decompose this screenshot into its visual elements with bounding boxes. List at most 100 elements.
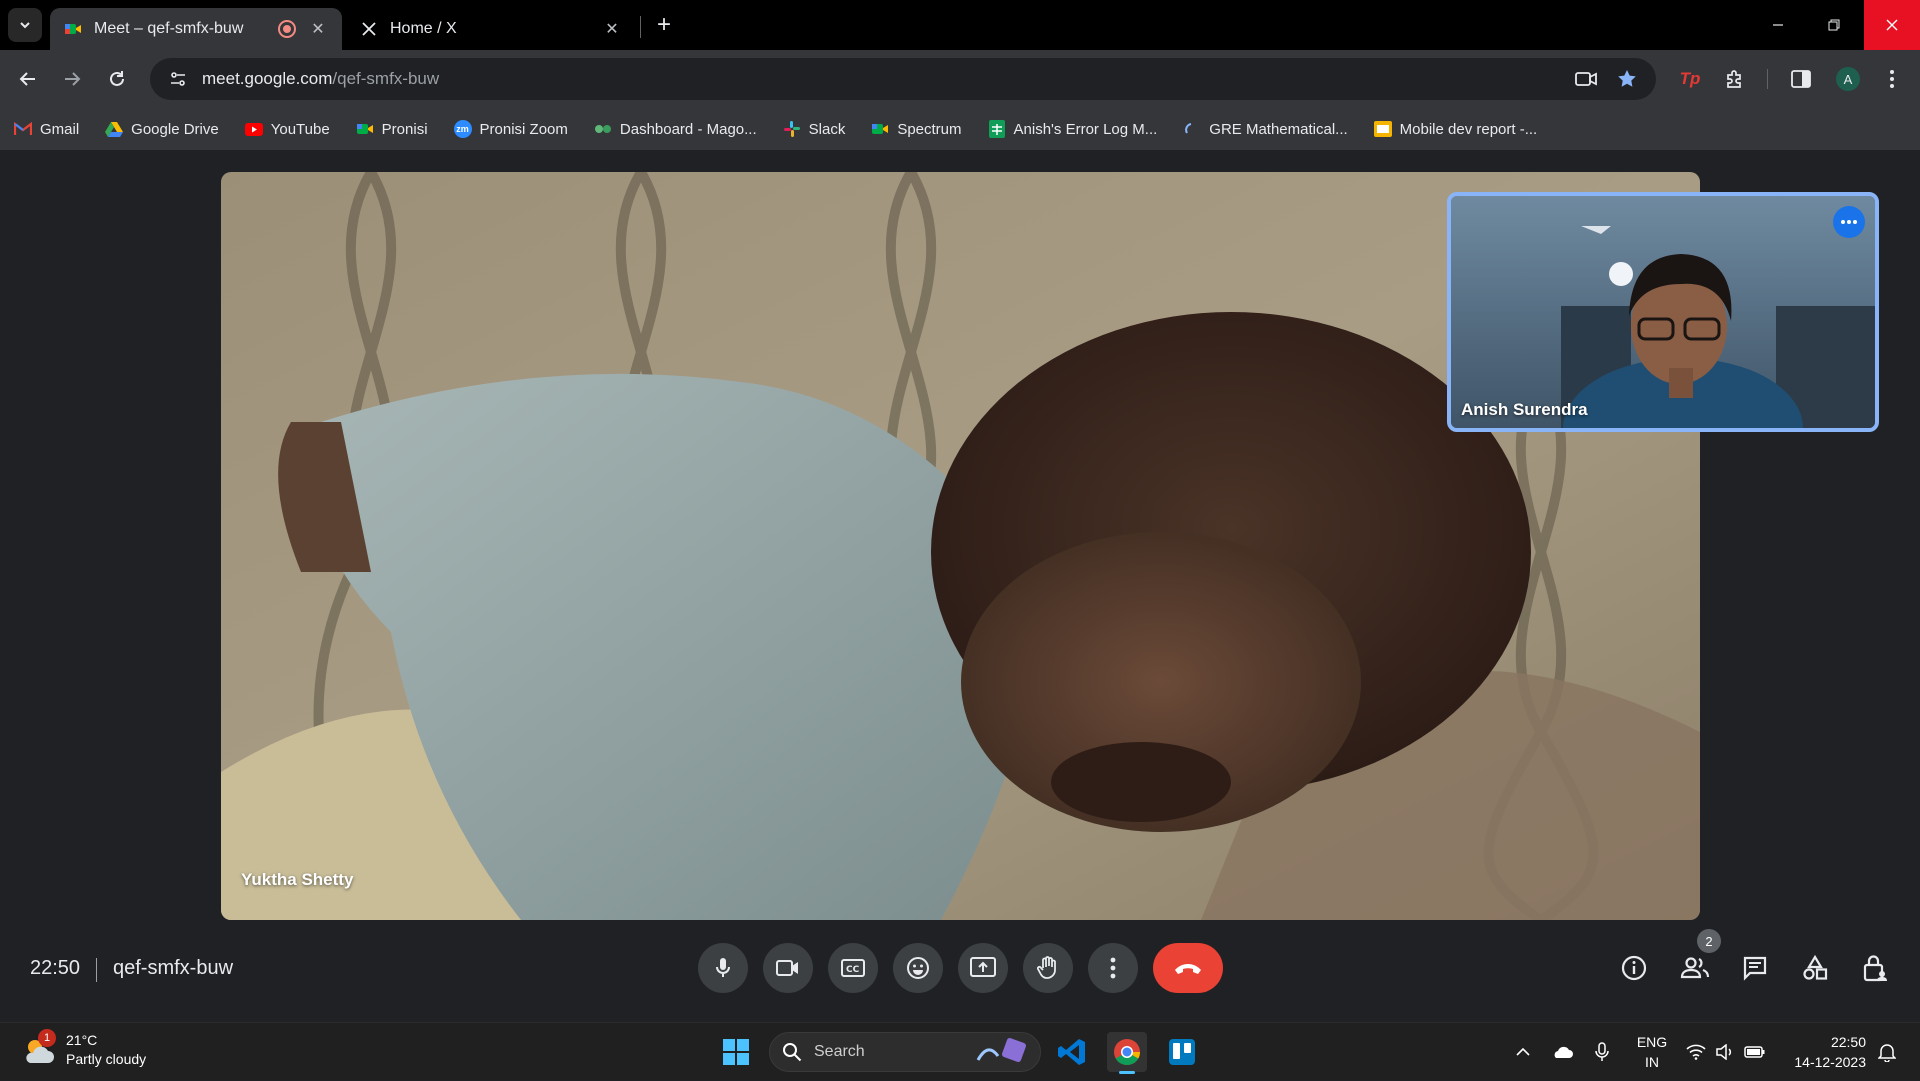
present-screen-icon: [970, 957, 996, 977]
bookmark-spectrum[interactable]: Spectrum: [871, 120, 962, 138]
leave-call-button[interactable]: [1153, 943, 1223, 993]
minimize-button[interactable]: [1750, 0, 1806, 50]
drive-icon: [105, 120, 124, 138]
weather-widget[interactable]: 1 21°C Partly cloudy: [22, 1029, 146, 1069]
bookmark-gmail[interactable]: Gmail: [14, 120, 79, 138]
bookmarks-bar: Gmail Google Drive YouTube Pronisi zm Pr…: [0, 108, 1920, 150]
close-window-button[interactable]: [1864, 0, 1920, 50]
slack-icon: [783, 120, 801, 138]
taskbar-clock[interactable]: 22:50 14-12-2023: [1780, 1032, 1866, 1072]
emoji-icon: [907, 957, 929, 979]
bookmark-label: YouTube: [270, 120, 330, 138]
info-icon: [1621, 955, 1647, 981]
bookmark-label: Spectrum: [897, 120, 962, 138]
bookmark-error-log[interactable]: Anish's Error Log M...: [988, 120, 1157, 138]
speaker-icon: [1716, 1044, 1732, 1060]
volume-tray-icon[interactable]: [1711, 1023, 1739, 1081]
battery-tray-icon[interactable]: [1740, 1023, 1770, 1081]
address-bar[interactable]: meet.google.com/qef-smfx-buw: [150, 58, 1656, 100]
dashboard-icon: [594, 120, 612, 138]
microphone-button[interactable]: [698, 943, 748, 993]
camera-in-use-icon[interactable]: [1570, 58, 1602, 100]
chat-icon: [1743, 956, 1767, 981]
bookmark-pronisi-zoom[interactable]: zm Pronisi Zoom: [453, 120, 568, 138]
url-text: meet.google.com/qef-smfx-buw: [202, 69, 439, 89]
present-screen-button[interactable]: [958, 943, 1008, 993]
meeting-details-button[interactable]: [1612, 946, 1656, 990]
onedrive-tray-icon[interactable]: [1547, 1023, 1577, 1081]
wifi-tray-icon[interactable]: [1682, 1023, 1710, 1081]
region-code: IN: [1645, 1054, 1659, 1070]
tab-title: Meet – qef-smfx-buw: [94, 20, 244, 37]
self-participant-name: Anish Surendra: [1461, 400, 1588, 419]
tab-search-button[interactable]: [8, 8, 42, 42]
captions-button[interactable]: CC: [828, 943, 878, 993]
bookmark-google-drive[interactable]: Google Drive: [105, 120, 219, 138]
host-controls-button[interactable]: [1853, 946, 1897, 990]
weather-alert-badge: 1: [38, 1029, 56, 1047]
battery-charging-icon: [1744, 1046, 1765, 1058]
toolbar-separator: [1767, 69, 1768, 89]
bookmark-mobile-dev[interactable]: Mobile dev report -...: [1373, 120, 1537, 138]
site-info-icon[interactable]: [160, 70, 196, 88]
search-icon: [783, 1043, 802, 1062]
raise-hand-button[interactable]: [1023, 943, 1073, 993]
more-options-button[interactable]: [1088, 943, 1138, 993]
url-host: meet.google.com: [202, 69, 333, 88]
language-code: ENG: [1636, 1034, 1668, 1050]
vscode-taskbar-button[interactable]: [1052, 1032, 1092, 1072]
camera-button[interactable]: [763, 943, 813, 993]
reload-button[interactable]: [101, 63, 133, 95]
url-path: /qef-smfx-buw: [332, 69, 440, 88]
profile-button[interactable]: A: [1832, 63, 1864, 95]
reactions-button[interactable]: [893, 943, 943, 993]
start-button[interactable]: [716, 1032, 756, 1072]
bookmark-dashboard[interactable]: Dashboard - Mago...: [594, 120, 757, 138]
close-tab-icon[interactable]: ✕: [308, 19, 328, 39]
windows-logo-icon: [723, 1039, 749, 1065]
chat-button[interactable]: [1733, 946, 1777, 990]
kebab-menu-icon: [1110, 957, 1116, 979]
extension-tp-icon[interactable]: Tp: [1674, 63, 1706, 95]
browser-menu-button[interactable]: [1876, 63, 1908, 95]
board-app-icon: [1169, 1039, 1195, 1065]
meeting-clock: 22:50: [30, 957, 81, 979]
restore-button[interactable]: [1806, 0, 1862, 50]
more-options-button[interactable]: [1833, 206, 1865, 238]
lock-person-icon: [1863, 955, 1887, 982]
sheets-icon: [988, 120, 1006, 138]
show-hidden-icons-button[interactable]: [1508, 1023, 1538, 1081]
bookmark-label: Pronisi Zoom: [479, 120, 568, 138]
self-view-tile[interactable]: Anish Surendra: [1447, 192, 1879, 432]
new-tab-button[interactable]: +: [650, 11, 678, 39]
hand-icon: [1037, 956, 1056, 979]
bookmark-star-icon[interactable]: [1611, 58, 1643, 100]
slides-icon: [1373, 120, 1392, 138]
side-panel-icon: [1791, 70, 1811, 88]
side-panel-button[interactable]: [1785, 63, 1817, 95]
notifications-button[interactable]: [1872, 1023, 1902, 1081]
input-language-indicator[interactable]: ENG IN: [1634, 1032, 1670, 1072]
chevron-up-icon: [1516, 1047, 1530, 1056]
tab-title: Home / X: [390, 20, 457, 37]
tab-x[interactable]: Home / X ✕: [346, 8, 636, 50]
weather-temperature: 21°C: [66, 1032, 98, 1048]
bookmark-pronisi[interactable]: Pronisi: [356, 120, 428, 138]
tab-meet[interactable]: Meet – qef-smfx-buw ✕: [50, 8, 342, 50]
back-button[interactable]: [12, 63, 44, 95]
hang-up-icon: [1175, 964, 1201, 974]
chrome-taskbar-button[interactable]: [1107, 1032, 1147, 1074]
bookmark-gre[interactable]: GRE Mathematical...: [1183, 120, 1348, 138]
trello-taskbar-button[interactable]: [1162, 1032, 1202, 1072]
activities-button[interactable]: [1793, 946, 1837, 990]
close-tab-icon[interactable]: ✕: [602, 19, 622, 39]
taskbar-search[interactable]: Search: [769, 1032, 1041, 1072]
forward-button[interactable]: [56, 63, 88, 95]
microphone-tray-icon[interactable]: [1587, 1023, 1617, 1081]
bookmark-youtube[interactable]: YouTube: [244, 120, 330, 138]
extensions-button[interactable]: [1719, 63, 1751, 95]
bookmark-slack[interactable]: Slack: [783, 120, 845, 138]
close-icon: [1886, 19, 1898, 31]
bookmark-label: GRE Mathematical...: [1209, 120, 1348, 138]
svg-text:CC: CC: [846, 965, 860, 975]
